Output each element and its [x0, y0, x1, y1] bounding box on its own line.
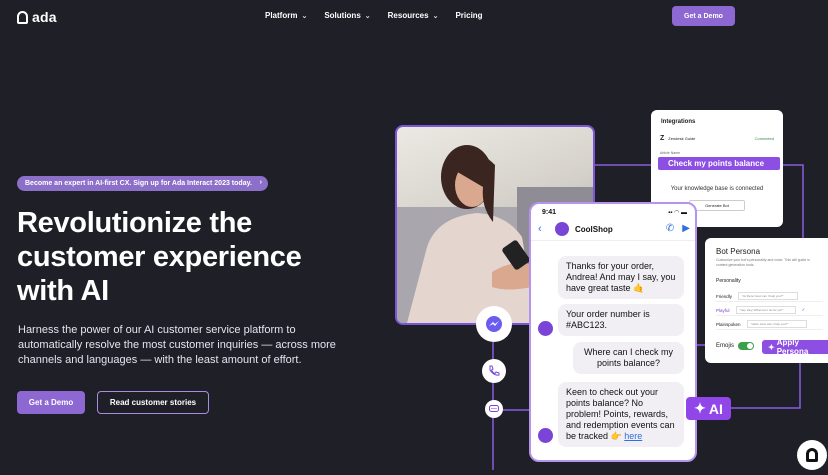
persona-option-plainspoken[interactable]: Plainspoken "Hello. How can I help you?" [716, 319, 823, 330]
option-sample: "Hello. How can I help you?" [746, 320, 807, 328]
emojis-label: Emojis [716, 343, 735, 349]
integrations-title: Integrations [661, 119, 696, 125]
article-name-label: Article Name [660, 151, 681, 155]
nav-pricing[interactable]: Pricing [455, 11, 482, 20]
chat-launcher-button[interactable] [797, 440, 827, 470]
persona-description: Customize your bot's personality and voi… [716, 258, 810, 267]
kb-connected-text: Your knowledge base is connected [670, 186, 764, 192]
main-menu: Platform ⌄ Solutions ⌄ Resources ⌄ Pricing [265, 11, 483, 20]
check-icon: ✓ [801, 307, 806, 312]
sparkle-icon: ✦ [694, 400, 706, 416]
option-label: Friendly [716, 293, 733, 299]
chat-bubble-text: Keen to check out your points balance? N… [566, 387, 675, 441]
coolshop-avatar [555, 222, 569, 236]
persona-option-playful[interactable]: Playful "Hey Hey! What can I do for ya?" ✓ [716, 305, 823, 316]
get-demo-nav-button[interactable]: Get a Demo [672, 6, 735, 26]
hero-subtitle: Harness the power of our AI customer ser… [18, 324, 336, 366]
here-link[interactable]: here [624, 431, 642, 441]
generate-bot-button[interactable]: Generate Bot [689, 200, 745, 211]
chat-bubble-user: Where can I check my points balance? [573, 342, 684, 374]
chevron-right-icon: › [259, 179, 262, 186]
phone-chat-mockup: 9:41 ▪▪ ◠ ▬ ‹ CoolShop ✆ ▶ Thanks for yo… [529, 202, 697, 462]
hero-title-line: with AI [17, 275, 109, 307]
emojis-setting: Emojis [716, 342, 755, 350]
announcement-text: Become an expert in AI-first CX. Sign up… [25, 180, 252, 187]
status-time: 9:41 [542, 209, 557, 216]
option-sample: "Hey Hey! What can I do for ya?" [735, 306, 796, 314]
messenger-icon [476, 306, 512, 342]
nav-pricing-label: Pricing [455, 11, 483, 20]
emojis-toggle[interactable] [738, 342, 755, 350]
back-icon[interactable]: ‹ [538, 223, 542, 235]
video-call-icon[interactable]: ▶ [682, 223, 690, 234]
zendesk-icon: Z [660, 135, 665, 142]
nav-platform[interactable]: Platform ⌄ [265, 11, 307, 20]
phone-call-icon[interactable]: ✆ [666, 223, 674, 234]
get-demo-button[interactable]: Get a Demo [17, 391, 85, 414]
sparkle-icon: ✦ [768, 342, 775, 352]
ada-logo[interactable]: ada [17, 9, 57, 25]
nav-solutions-label: Solutions [324, 11, 361, 20]
chevron-down-icon: ⌄ [432, 12, 439, 20]
nav-platform-label: Platform [265, 11, 298, 20]
persona-option-friendly[interactable]: Friendly "Hi there! How can I help you?" [716, 291, 823, 302]
hero-title-line: Revolutionize the [17, 207, 252, 239]
ai-badge: ✦ AI [686, 397, 731, 420]
sms-icon [485, 400, 503, 418]
option-label: Plainspoken [716, 321, 741, 327]
bot-avatar [538, 428, 553, 443]
option-sample: "Hi there! How can I help you?" [738, 292, 799, 300]
integration-row[interactable]: Z Zendesk Guide Connected [660, 132, 774, 145]
hero-title-line: customer experience [17, 241, 302, 273]
phone-icon [482, 359, 506, 383]
read-stories-button[interactable]: Read customer stories [97, 391, 209, 414]
bot-avatar [538, 321, 553, 336]
chat-shop-name: CoolShop [575, 225, 613, 234]
chat-bubble-bot: Keen to check out your points balance? N… [558, 382, 684, 447]
ada-chat-icon [806, 448, 818, 462]
chat-header: ‹ CoolShop ✆ ▶ [531, 221, 695, 241]
top-nav: ada Platform ⌄ Solutions ⌄ Resources ⌄ Pric… [0, 0, 828, 32]
article-highlight: Check my points balance [658, 157, 780, 170]
option-label: Playful [716, 307, 730, 313]
ada-logo-icon [17, 10, 28, 24]
brand-name: ada [32, 9, 57, 25]
apply-persona-button[interactable]: ✦ Apply Persona [762, 338, 828, 356]
status-icons: ▪▪ ◠ ▬ [668, 210, 687, 216]
announcement-banner[interactable]: Become an expert in AI-first CX. Sign up… [17, 176, 268, 191]
apply-persona-label: Apply Persona [776, 338, 809, 356]
connected-status: Connected [754, 136, 774, 141]
hero-title: Revolutionize the customer experience wi… [17, 206, 337, 308]
personality-label: Personality [716, 278, 741, 284]
integration-app-name: Zendesk Guide [668, 136, 696, 141]
nav-solutions[interactable]: Solutions ⌄ [324, 11, 370, 20]
nav-resources[interactable]: Resources ⌄ [388, 11, 439, 20]
chat-bubble-bot: Thanks for your order, Andrea! And may I… [558, 256, 684, 299]
chevron-down-icon: ⌄ [364, 12, 371, 20]
nav-resources-label: Resources [387, 11, 429, 20]
ai-badge-label: AI [708, 400, 723, 417]
chevron-down-icon: ⌄ [301, 12, 308, 20]
chat-bubble-bot: Your order number is #ABC123. [558, 304, 684, 336]
persona-title: Bot Persona [716, 247, 761, 256]
